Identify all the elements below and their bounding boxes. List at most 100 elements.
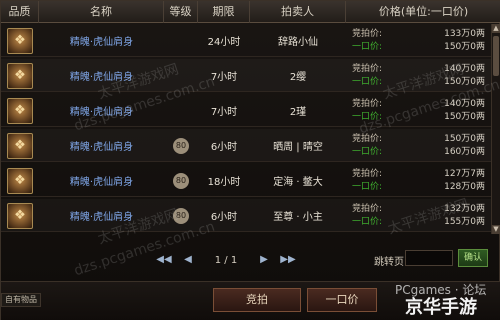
header-seller[interactable]: 拍卖人 [250, 1, 346, 23]
item-duration: 24小时 [207, 37, 241, 48]
scroll-thumb[interactable] [493, 36, 499, 76]
fixed-price-line: 一口价: 150万0两 [352, 76, 485, 89]
beast-figure-icon[interactable]: ❖ [7, 167, 33, 194]
bid-value: 132万0两 [444, 203, 485, 214]
item-level-cell: 80 [164, 129, 198, 162]
item-icon-cell: ❖ [1, 129, 39, 162]
bid-value: 133万0两 [444, 28, 485, 39]
item-seller: 辞路小仙 [278, 37, 318, 48]
first-page-button[interactable]: ◀◀ [156, 253, 172, 267]
scroll-down-icon[interactable]: ▼ [492, 225, 500, 234]
bid-label: 竞拍价: [352, 133, 383, 144]
item-price: 竞拍价: 140万0两 一口价: 150万0两 [346, 59, 491, 92]
fixed-price-line: 一口价: 160万0两 [352, 146, 485, 159]
item-price: 竞拍价: 150万0两 一口价: 160万0两 [346, 129, 491, 162]
listing-row[interactable]: ❖ 精魄·虎仙肩身 80 6小时 至尊 · 小主 竞拍价: 132万0两 一口价… [1, 199, 491, 232]
fixed-label: 一口价: [352, 41, 383, 52]
jump-page-input[interactable] [405, 250, 453, 266]
fixed-price-line: 一口价: 150万0两 [352, 111, 485, 124]
fixed-value: 150万0两 [444, 41, 485, 52]
bid-value: 140万0两 [444, 63, 485, 74]
header-price[interactable]: 价格(单位:一口价) [346, 1, 500, 23]
header-name[interactable]: 名称 [39, 1, 164, 23]
fixed-price-line: 一口价: 128万0两 [352, 181, 485, 194]
beast-figure-icon[interactable]: ❖ [7, 27, 33, 54]
bid-price-line: 竞拍价: 127万7两 [352, 168, 485, 181]
fixed-label: 一口价: [352, 181, 383, 192]
fixed-value: 155万0两 [444, 216, 485, 227]
item-duration: 6小时 [210, 142, 238, 153]
item-name[interactable]: 精魄·虎仙肩身 [39, 24, 164, 57]
bid-button[interactable]: 竞拍 [213, 288, 301, 312]
item-name[interactable]: 精魄·虎仙肩身 [39, 94, 164, 127]
item-icon-cell: ❖ [1, 24, 39, 57]
scroll-up-icon[interactable]: ▲ [492, 24, 500, 33]
item-duration: 6小时 [210, 212, 238, 223]
fixed-value: 128万0两 [444, 181, 485, 192]
item-seller: 至尊 · 小主 [273, 212, 323, 223]
listing-row[interactable]: ❖ 精魄·虎仙肩身 24小时 辞路小仙 竞拍价: 133万0两 一口价: 150… [1, 24, 491, 57]
bid-value: 140万0两 [444, 98, 485, 109]
item-seller: 2瑾 [289, 107, 307, 118]
prev-page-button[interactable]: ◀ [180, 253, 196, 267]
next-page-button[interactable]: ▶ [256, 253, 272, 267]
bid-label: 竞拍价: [352, 98, 383, 109]
fixed-label: 一口价: [352, 111, 383, 122]
item-duration: 18小时 [207, 177, 241, 188]
item-icon-cell: ❖ [1, 94, 39, 127]
header-duration[interactable]: 期限 [198, 1, 250, 23]
beast-figure-icon[interactable]: ❖ [7, 132, 33, 159]
item-name[interactable]: 精魄·虎仙肩身 [39, 199, 164, 232]
fixed-label: 一口价: [352, 76, 383, 87]
fixed-price-button[interactable]: 一口价 [307, 288, 377, 312]
bid-label: 竞拍价: [352, 28, 383, 39]
beast-figure-icon[interactable]: ❖ [7, 62, 33, 89]
bid-label: 竞拍价: [352, 63, 383, 74]
item-icon-cell: ❖ [1, 199, 39, 232]
listing-row[interactable]: ❖ 精魄·虎仙肩身 7小时 2缨 竞拍价: 140万0两 一口价: 150万0两 [1, 59, 491, 92]
item-price: 竞拍价: 133万0两 一口价: 150万0两 [346, 24, 491, 57]
fixed-value: 150万0两 [444, 76, 485, 87]
item-icon-cell: ❖ [1, 59, 39, 92]
fixed-price-line: 一口价: 150万0两 [352, 41, 485, 54]
confirm-jump-button[interactable]: 确认 [458, 249, 488, 267]
beast-figure-icon[interactable]: ❖ [7, 202, 33, 229]
site-logo: PCgames · 论坛 京华手游 [395, 281, 499, 319]
fixed-label: 一口价: [352, 216, 383, 227]
bid-price-line: 竞拍价: 150万0两 [352, 133, 485, 146]
item-price: 竞拍价: 132万0两 一口价: 155万0两 [346, 199, 491, 232]
pagination: ◀◀ ◀ 1 / 1 ▶ ▶▶ [156, 249, 306, 271]
item-level-cell: 80 [164, 199, 198, 232]
logo-line-2: 京华手游 [405, 297, 477, 318]
jump-label: 跳转页 [374, 257, 404, 268]
scrollbar[interactable]: ▲ ▼ [491, 24, 500, 234]
item-duration: 7小时 [210, 72, 238, 83]
item-price: 竞拍价: 127万7两 一口价: 128万0两 [346, 164, 491, 197]
item-price: 竞拍价: 140万0两 一口价: 150万0两 [346, 94, 491, 127]
listing-row[interactable]: ❖ 精魄·虎仙肩身 80 18小时 定海 · 鳖大 竞拍价: 127万7两 一口… [1, 164, 491, 197]
item-level-cell [164, 24, 198, 57]
item-icon-cell: ❖ [1, 164, 39, 197]
fixed-value: 150万0两 [444, 111, 485, 122]
item-level-cell [164, 94, 198, 127]
listing-row[interactable]: ❖ 精魄·虎仙肩身 80 6小时 晒周 | 晴空 竞拍价: 150万0两 一口价… [1, 129, 491, 162]
header-quality: 品质 [1, 1, 39, 23]
listing-row[interactable]: ❖ 精魄·虎仙肩身 7小时 2瑾 竞拍价: 140万0两 一口价: 150万0两 [1, 94, 491, 127]
item-duration: 7小时 [210, 107, 238, 118]
bid-price-line: 竞拍价: 140万0两 [352, 98, 485, 111]
bid-value: 127万7两 [444, 168, 485, 179]
bid-label: 竞拍价: [352, 168, 383, 179]
item-name[interactable]: 精魄·虎仙肩身 [39, 164, 164, 197]
item-level-cell: 80 [164, 164, 198, 197]
beast-figure-icon[interactable]: ❖ [7, 97, 33, 124]
header-level[interactable]: 等级 [164, 1, 198, 23]
bid-price-line: 竞拍价: 133万0两 [352, 28, 485, 41]
last-page-button[interactable]: ▶▶ [280, 253, 296, 267]
level-badge: 80 [173, 207, 189, 224]
item-name[interactable]: 精魄·虎仙肩身 [39, 129, 164, 162]
bid-price-line: 竞拍价: 132万0两 [352, 203, 485, 216]
own-items-tab[interactable]: 自有物品 [1, 293, 41, 307]
item-name[interactable]: 精魄·虎仙肩身 [39, 59, 164, 92]
table-header: 品质 名称 等级 期限 拍卖人 价格(单位:一口价) [1, 1, 500, 23]
level-badge: 80 [173, 137, 189, 154]
